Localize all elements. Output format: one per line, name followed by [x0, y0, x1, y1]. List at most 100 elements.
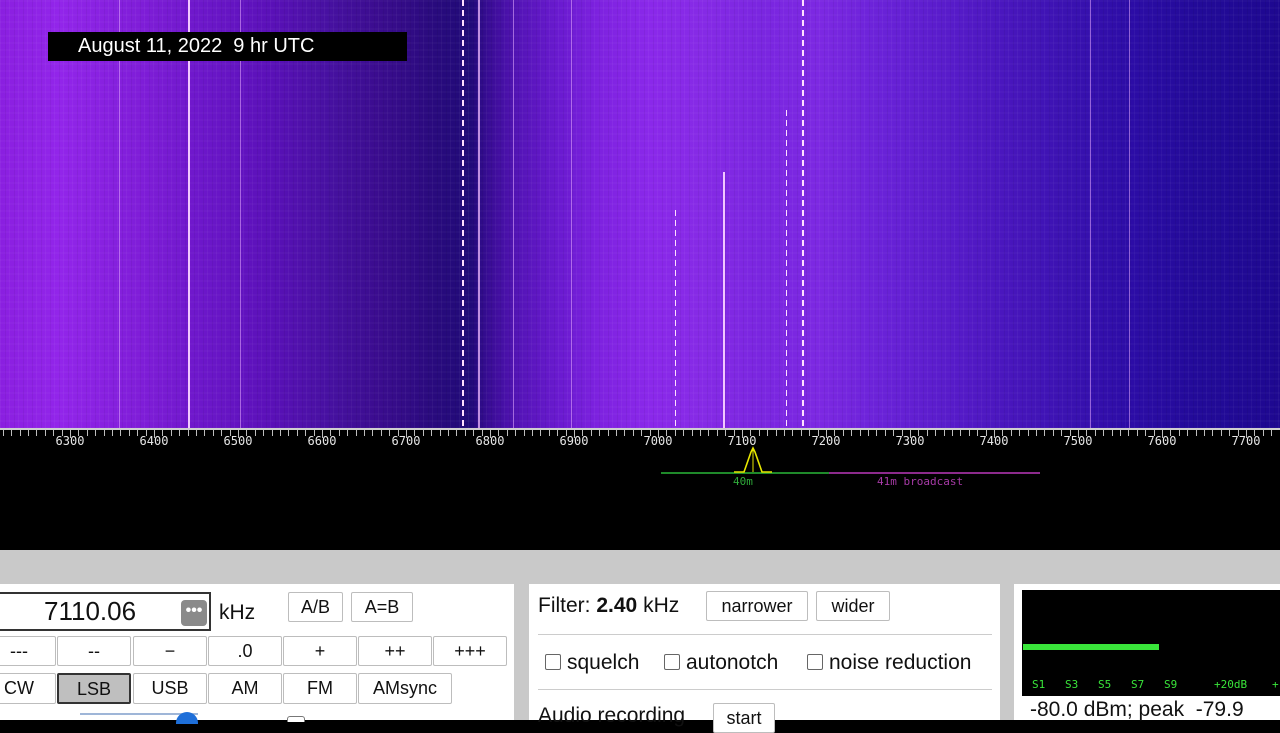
signal-trace — [786, 110, 787, 428]
signal-trace — [119, 0, 120, 428]
autonotch-label: autonotch — [686, 651, 778, 675]
s-meter-label: + — [1272, 678, 1279, 691]
squelch-checkbox[interactable] — [545, 654, 561, 670]
scale-tick-label: 6700 — [376, 434, 436, 448]
date-caption: August 11, 2022 9 hr UTC — [48, 32, 407, 61]
divider — [538, 634, 992, 635]
scale-tick — [952, 430, 953, 436]
ab-button[interactable]: A/B — [288, 592, 343, 622]
scale-tick — [36, 430, 37, 436]
scale-tick — [524, 430, 525, 436]
band-40m-label: 40m — [733, 475, 753, 488]
passband-marker-icon[interactable] — [734, 446, 772, 474]
scale-tick — [1196, 430, 1197, 436]
scale-tick-label: 6600 — [292, 434, 352, 448]
scale-tick — [708, 430, 709, 436]
scale-tick-label: 7300 — [880, 434, 940, 448]
scale-tick-label: 7700 — [1216, 434, 1276, 448]
scale-tick-label: 6500 — [208, 434, 268, 448]
scale-tick — [784, 430, 785, 436]
step-button[interactable]: --- — [0, 636, 56, 666]
scale-tick — [288, 430, 289, 436]
scale-tick — [1112, 430, 1113, 436]
signal-trace — [240, 0, 241, 428]
s-meter-label: S7 — [1131, 678, 1144, 691]
scale-tick — [792, 430, 793, 436]
signal-trace — [723, 172, 725, 428]
scale-tick — [112, 430, 113, 436]
mode-button-amsync[interactable]: AMsync — [358, 673, 452, 704]
scale-tick — [272, 430, 273, 436]
band-41m-label: 41m broadcast — [877, 475, 963, 488]
step-button[interactable]: .0 — [208, 636, 282, 666]
filter-label-text: Filter: — [538, 594, 591, 617]
scale-tick — [120, 430, 121, 436]
waterfall-display[interactable] — [0, 0, 1280, 428]
scale-tick-label: 7500 — [1048, 434, 1108, 448]
filter-bandwidth: 2.40 — [596, 594, 637, 617]
wider-button[interactable]: wider — [816, 591, 890, 621]
scale-tick — [204, 430, 205, 436]
scale-tick — [364, 430, 365, 436]
scale-tick-label: 7400 — [964, 434, 1024, 448]
mode-button-lsb[interactable]: LSB — [57, 673, 131, 704]
scale-tick — [776, 430, 777, 436]
frequency-scale[interactable]: 6300640065006600670068006900700071007200… — [0, 428, 1280, 550]
a-equals-b-button[interactable]: A=B — [351, 592, 413, 622]
s-meter-label: +20dB — [1214, 678, 1247, 691]
mode-button-fm[interactable]: FM — [283, 673, 357, 704]
scale-tick — [1128, 430, 1129, 436]
mode-button-am[interactable]: AM — [208, 673, 282, 704]
scale-tick — [608, 430, 609, 436]
s-meter-label: S5 — [1098, 678, 1111, 691]
s-meter-label: S9 — [1164, 678, 1177, 691]
scale-tick — [104, 430, 105, 436]
scale-tick — [448, 430, 449, 436]
scale-tick — [540, 430, 541, 436]
filter-unit: kHz — [643, 594, 679, 617]
scale-tick — [692, 430, 693, 436]
signal-trace — [802, 0, 804, 428]
step-button[interactable]: -- — [57, 636, 131, 666]
narrower-button[interactable]: narrower — [706, 591, 808, 621]
scale-tick — [1204, 430, 1205, 436]
scale-tick — [1212, 430, 1213, 436]
scale-tick — [1028, 430, 1029, 436]
scale-baseline — [0, 428, 1280, 430]
step-button[interactable]: ++ — [358, 636, 432, 666]
scale-tick — [3, 430, 4, 436]
scale-tick-label: 6400 — [124, 434, 184, 448]
scale-tick-label: 6900 — [544, 434, 604, 448]
scale-tick — [20, 430, 21, 436]
noise-reduction-label: noise reduction — [829, 651, 971, 675]
mode-button-cw[interactable]: CW — [0, 673, 56, 704]
signal-readout: -80.0 dBm; peak -79.9 — [1030, 698, 1244, 722]
scale-tick-label: 7600 — [1132, 434, 1192, 448]
step-button[interactable]: +++ — [433, 636, 507, 666]
scale-tick — [11, 430, 12, 436]
scale-tick — [700, 430, 701, 436]
scale-tick-label: 7000 — [628, 434, 688, 448]
more-dots-icon[interactable]: ••• — [181, 600, 207, 626]
scale-tick — [1036, 430, 1037, 436]
scale-tick — [28, 430, 29, 436]
scale-tick — [1120, 430, 1121, 436]
signal-trace — [1129, 0, 1130, 428]
noise-reduction-checkbox[interactable] — [807, 654, 823, 670]
scale-tick — [860, 430, 861, 436]
step-button[interactable]: + — [283, 636, 357, 666]
scale-tick-label: 7200 — [796, 434, 856, 448]
frequency-value: 7110.06 — [44, 596, 136, 627]
mute-checkbox[interactable] — [287, 716, 305, 722]
s-meter-bar — [1023, 644, 1159, 650]
s-meter-label: S1 — [1032, 678, 1045, 691]
scale-tick — [188, 430, 189, 436]
autonotch-checkbox[interactable] — [664, 654, 680, 670]
squelch-label: squelch — [567, 651, 639, 675]
step-button[interactable]: − — [133, 636, 207, 666]
signal-trace — [571, 0, 572, 428]
signal-trace — [462, 0, 464, 428]
mode-button-usb[interactable]: USB — [133, 673, 207, 704]
recording-start-button[interactable]: start — [713, 703, 775, 733]
scale-tick — [944, 430, 945, 436]
